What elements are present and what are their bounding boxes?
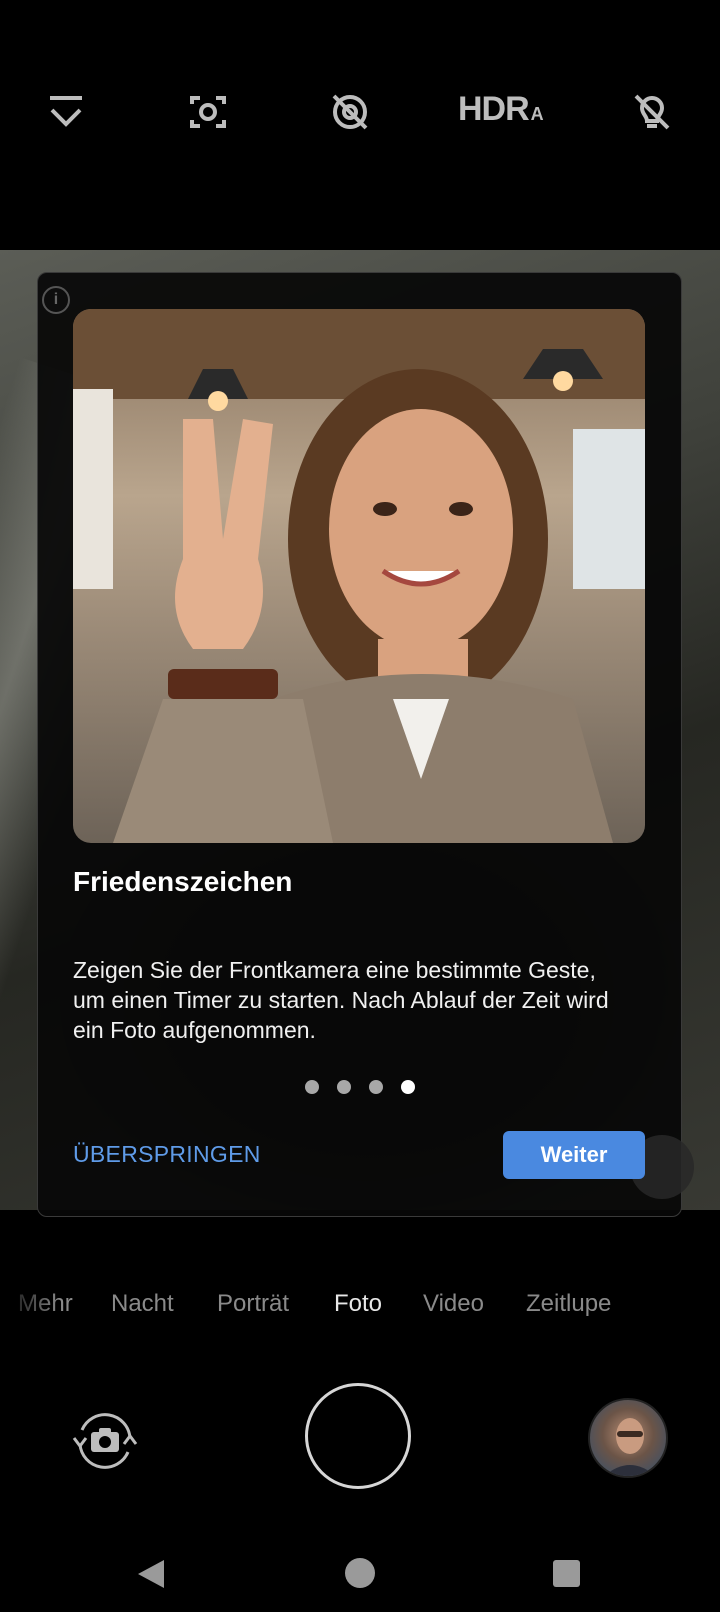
switch-camera-icon — [72, 1413, 138, 1469]
camera-mode-selector: Mehr Nacht Porträt Foto Video Zeitlupe — [0, 1290, 720, 1340]
mode-fade — [0, 1285, 60, 1335]
camera-top-bar: HDR A — [0, 0, 720, 250]
tutorial-image — [73, 309, 645, 843]
info-icon[interactable]: i — [42, 286, 70, 314]
gallery-thumbnail[interactable] — [588, 1398, 668, 1478]
mode-photo[interactable]: Foto — [334, 1290, 382, 1318]
mode-video[interactable]: Video — [423, 1290, 484, 1318]
hdr-icon[interactable]: HDR A — [458, 90, 544, 129]
page-dot — [369, 1080, 383, 1094]
dialog-description: Zeigen Sie der Frontkamera eine bestimmt… — [73, 957, 609, 1043]
lens-icon[interactable] — [176, 80, 240, 144]
mode-slow-motion[interactable]: Zeitlupe — [526, 1290, 611, 1318]
motion-off-icon[interactable] — [318, 80, 382, 144]
next-button[interactable]: Weiter — [503, 1131, 645, 1179]
shutter-button[interactable] — [305, 1383, 411, 1489]
gallery-thumbnail-image — [604, 1418, 656, 1476]
dialog-title: Friedenszeichen — [73, 866, 293, 897]
mode-night[interactable]: Nacht — [111, 1290, 174, 1318]
chevron-down-icon[interactable] — [34, 80, 98, 144]
page-dot — [337, 1080, 351, 1094]
switch-camera-button[interactable] — [70, 1406, 140, 1476]
page-dot — [305, 1080, 319, 1094]
recent-apps-icon[interactable] — [553, 1560, 580, 1587]
flash-off-icon[interactable] — [620, 80, 684, 144]
home-icon[interactable] — [345, 1558, 375, 1588]
mode-portrait[interactable]: Porträt — [217, 1290, 289, 1318]
skip-button[interactable]: ÜBERSPRINGEN — [73, 1141, 261, 1168]
system-navigation-bar — [0, 1540, 720, 1600]
back-icon[interactable] — [138, 1560, 164, 1588]
page-indicator — [0, 1080, 720, 1094]
page-dot-active — [401, 1080, 415, 1094]
